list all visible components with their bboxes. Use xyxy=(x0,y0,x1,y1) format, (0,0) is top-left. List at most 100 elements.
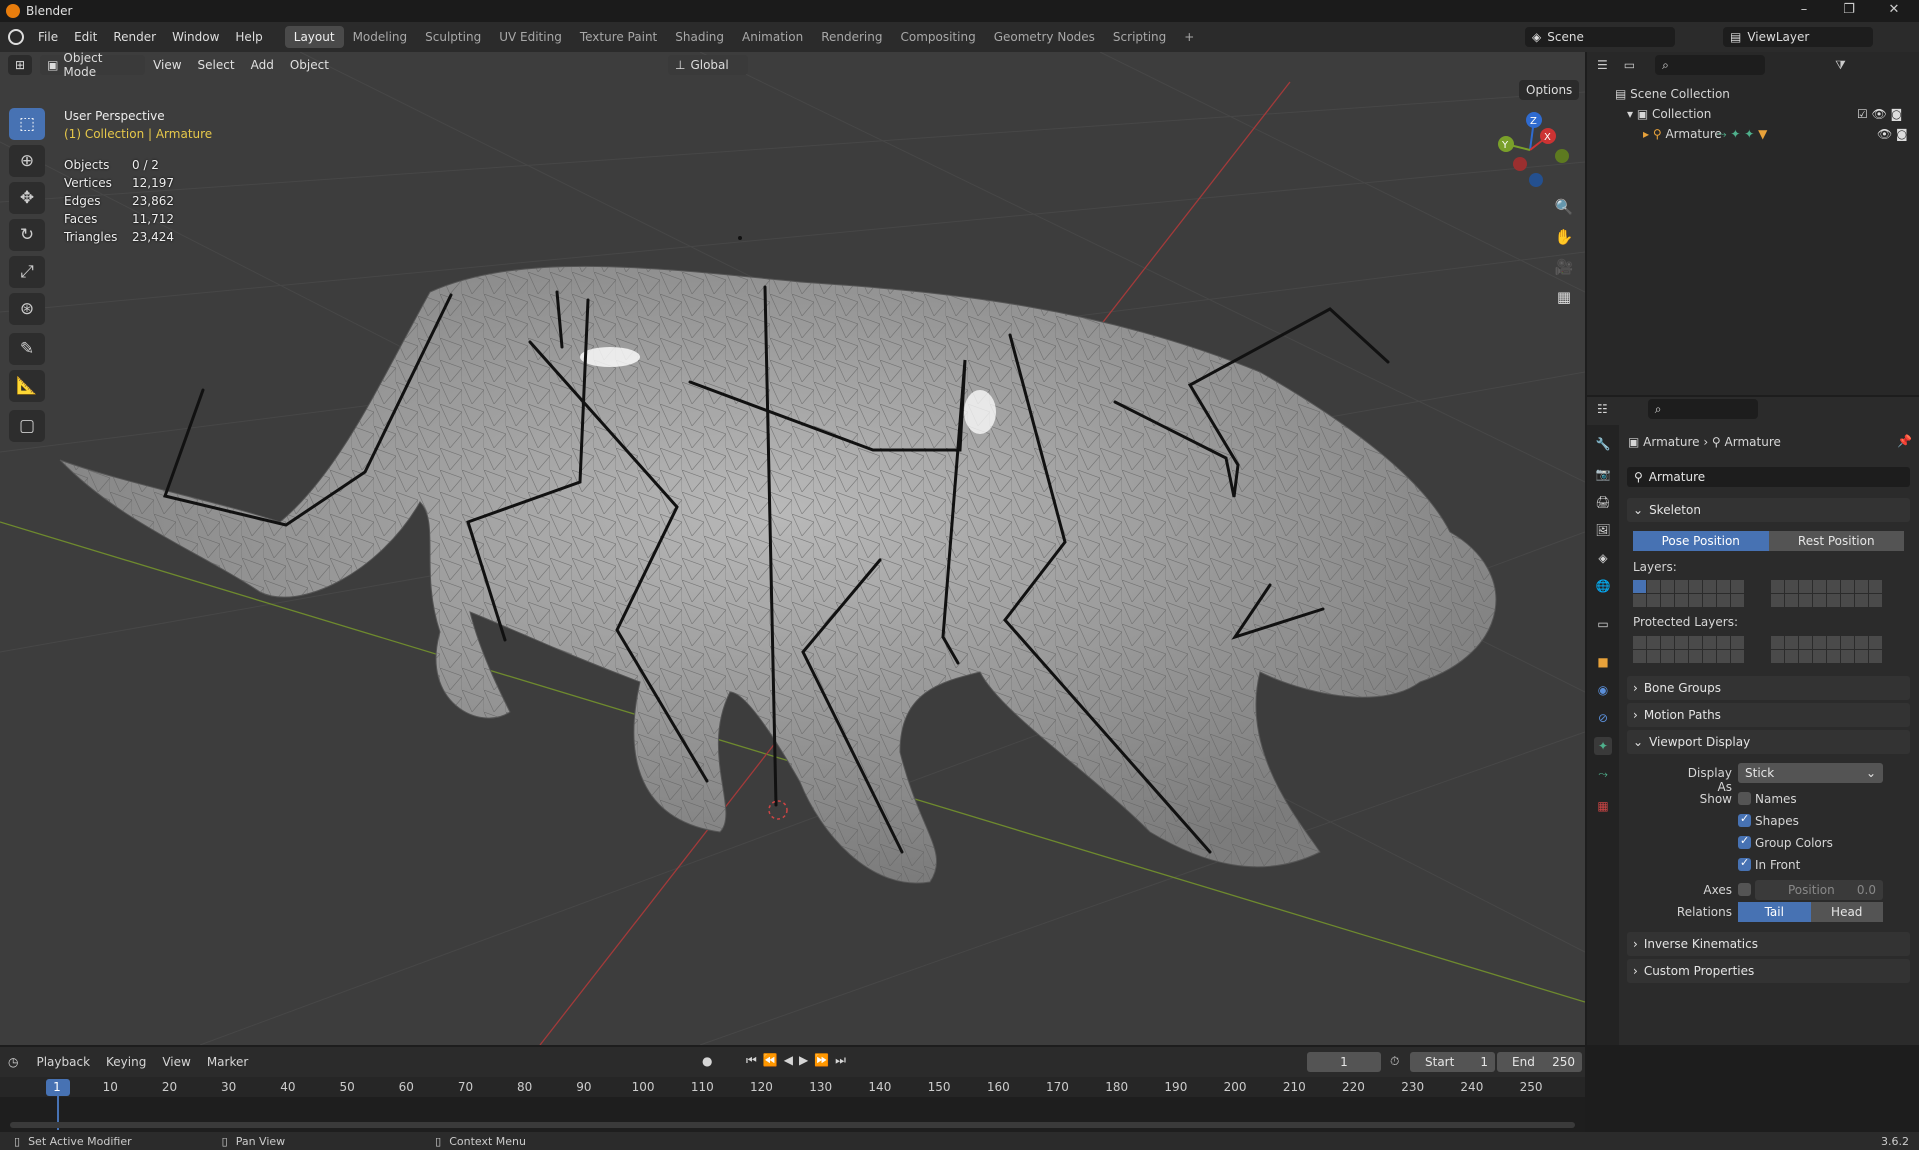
minimize-button[interactable]: – xyxy=(1789,2,1819,17)
menu-timeline-view[interactable]: View xyxy=(154,1055,198,1069)
playback-controls-icon[interactable]: ⏮⏪◀▶⏩⏭ xyxy=(746,1053,852,1068)
menu-add[interactable]: Add xyxy=(243,58,282,72)
start-frame-field[interactable]: Start 1 xyxy=(1410,1052,1495,1072)
annotate-icon[interactable]: ✎ xyxy=(9,333,45,365)
display-as-dropdown[interactable]: Stick ⌄ xyxy=(1738,763,1883,783)
scene-collection-row[interactable]: ▤ Scene Collection xyxy=(1615,84,1919,104)
inverse-kinematics-section-header[interactable]: › Inverse Kinematics xyxy=(1627,932,1910,956)
measure-icon[interactable]: 📐 xyxy=(9,370,45,402)
menu-window[interactable]: Window xyxy=(164,30,227,44)
panther-mesh[interactable] xyxy=(59,265,1497,884)
custom-properties-section-header[interactable]: › Custom Properties xyxy=(1627,959,1910,983)
menu-keying[interactable]: Keying xyxy=(98,1055,154,1069)
add-cube-icon[interactable]: ▢ xyxy=(9,410,45,442)
axes-position-field[interactable]: Position 0.0 xyxy=(1755,880,1883,900)
tab-sculpting[interactable]: Sculpting xyxy=(416,26,490,48)
properties-editor-icon[interactable]: ☷ xyxy=(1597,402,1608,416)
menu-object[interactable]: Object xyxy=(282,58,337,72)
menu-select[interactable]: Select xyxy=(190,58,243,72)
armature-data-tab-icon[interactable]: ✦ xyxy=(1594,737,1612,755)
names-checkbox[interactable] xyxy=(1738,792,1751,805)
view-layer-tab-icon[interactable]: 🖼 xyxy=(1594,521,1612,539)
breadcrumb-data[interactable]: Armature xyxy=(1725,435,1781,449)
tab-modeling[interactable]: Modeling xyxy=(344,26,417,48)
tab-animation[interactable]: Animation xyxy=(733,26,812,48)
bone-layers-grid-1[interactable] xyxy=(1633,580,1744,607)
scene-tab-icon[interactable]: ◈ xyxy=(1594,549,1612,567)
scene-selector[interactable]: ◈ Scene xyxy=(1525,27,1675,47)
rest-position-button[interactable]: Rest Position xyxy=(1768,531,1904,551)
visibility-eye-icon[interactable]: ☑ 👁 ◙ xyxy=(1857,104,1902,124)
cursor-icon[interactable]: ⊕ xyxy=(9,145,45,177)
render-tab-icon[interactable]: 📷 xyxy=(1594,465,1612,483)
collection-row[interactable]: ▾ ▣ Collection ☑ 👁 ◙ xyxy=(1615,104,1919,124)
output-tab-icon[interactable]: 🖨 xyxy=(1594,493,1612,511)
world-tab-icon[interactable]: 🌐 xyxy=(1594,577,1612,595)
add-workspace-button[interactable]: + xyxy=(1175,26,1203,48)
armature-row[interactable]: ▸ ⚲ Armature ⤳ ✦ ✦ ▼ 👁 ◙ xyxy=(1615,124,1919,144)
editor-type-button[interactable]: ⊞ xyxy=(8,55,33,75)
filter-icon[interactable]: ⧩ xyxy=(1835,58,1846,73)
motion-paths-section-header[interactable]: › Motion Paths xyxy=(1627,703,1910,727)
record-icon[interactable]: ● xyxy=(702,1054,712,1068)
shapes-checkbox[interactable] xyxy=(1738,812,1751,827)
tool-tab-icon[interactable]: 🔧 xyxy=(1594,435,1612,453)
zoom-icon[interactable]: 🔍 xyxy=(1550,193,1578,221)
blender-menu-icon[interactable] xyxy=(8,29,24,45)
armature-data-name-field[interactable]: ⚲ Armature xyxy=(1627,467,1910,487)
view-layer-selector[interactable]: ▤ ViewLayer xyxy=(1723,27,1873,47)
tab-rendering[interactable]: Rendering xyxy=(812,26,891,48)
armature-visibility-icon[interactable]: 👁 ◙ xyxy=(1877,124,1908,144)
tab-compositing[interactable]: Compositing xyxy=(891,26,984,48)
perspective-grid-icon[interactable]: ▦ xyxy=(1550,283,1578,311)
properties-search-input[interactable]: ⌕ xyxy=(1647,399,1758,419)
transform-orientation-dropdown[interactable]: ⊥ Global xyxy=(668,55,748,75)
tab-scripting[interactable]: Scripting xyxy=(1104,26,1175,48)
skeleton-section-header[interactable]: ⌄ Skeleton xyxy=(1627,498,1910,522)
object-tab-icon[interactable]: ■ xyxy=(1594,653,1612,671)
menu-marker[interactable]: Marker xyxy=(199,1055,256,1069)
scale-icon[interactable]: ⤢ xyxy=(9,256,45,288)
tab-shading[interactable]: Shading xyxy=(666,26,733,48)
camera-icon[interactable]: 🎥 xyxy=(1550,253,1578,281)
transform-icon[interactable]: ⊛ xyxy=(9,293,45,325)
menu-help[interactable]: Help xyxy=(227,30,270,44)
maximize-button[interactable]: ❐ xyxy=(1834,2,1864,17)
current-frame-field[interactable]: 1 xyxy=(1307,1052,1381,1072)
physics-tab-icon[interactable]: ◉ xyxy=(1594,681,1612,699)
display-mode-icon[interactable]: ▭ xyxy=(1624,58,1635,72)
protected-layers-grid-1[interactable] xyxy=(1633,636,1744,663)
clock-icon[interactable]: ◷ xyxy=(8,1055,18,1069)
3d-viewport[interactable] xyxy=(0,52,1585,1045)
close-button[interactable]: ✕ xyxy=(1879,2,1909,17)
pin-icon[interactable]: 📌 xyxy=(1897,434,1912,448)
tab-texture-paint[interactable]: Texture Paint xyxy=(571,26,666,48)
options-dropdown[interactable]: Options xyxy=(1519,80,1580,100)
pose-position-button[interactable]: Pose Position xyxy=(1633,531,1769,551)
navigation-gizmo[interactable]: Z X Y xyxy=(1490,110,1570,190)
outliner-search-input[interactable]: ⌕ xyxy=(1655,55,1766,75)
relations-tail-button[interactable]: Tail xyxy=(1738,902,1811,922)
tab-layout[interactable]: Layout xyxy=(284,26,344,48)
bone-layers-grid-2[interactable] xyxy=(1771,580,1882,607)
outliner-editor-icon[interactable]: ☰ xyxy=(1597,58,1608,72)
axes-checkbox[interactable] xyxy=(1738,883,1751,896)
tab-geometry-nodes[interactable]: Geometry Nodes xyxy=(985,26,1104,48)
tab-uv-editing[interactable]: UV Editing xyxy=(490,26,571,48)
end-frame-field[interactable]: End 250 xyxy=(1497,1052,1582,1072)
move-icon[interactable]: ✥ xyxy=(9,182,45,214)
collection-tab-icon[interactable]: ▭ xyxy=(1594,615,1612,633)
viewport-scene[interactable] xyxy=(0,52,1585,1045)
texture-tab-icon[interactable]: ▦ xyxy=(1594,797,1612,815)
protected-layers-grid-2[interactable] xyxy=(1771,636,1882,663)
constraints-tab-icon[interactable]: ⊘ xyxy=(1594,709,1612,727)
viewport-display-section-header[interactable]: ⌄ Viewport Display xyxy=(1627,730,1910,754)
pan-hand-icon[interactable]: ✋ xyxy=(1550,223,1578,251)
bone-tab-icon[interactable]: ⤳ xyxy=(1594,765,1612,783)
menu-file[interactable]: File xyxy=(30,30,66,44)
3d-cursor[interactable] xyxy=(768,800,788,820)
stopwatch-icon[interactable]: ⏱ xyxy=(1390,1054,1399,1069)
mode-dropdown[interactable]: ▣ Object Mode xyxy=(40,51,146,79)
timeline-scrollbar[interactable] xyxy=(10,1122,1575,1128)
breadcrumb-object[interactable]: Armature xyxy=(1643,435,1699,449)
